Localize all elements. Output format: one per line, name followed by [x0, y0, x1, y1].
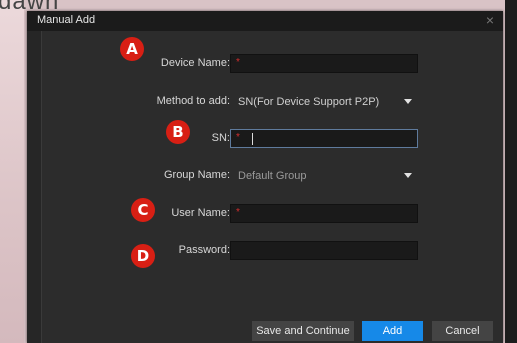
close-icon[interactable]: ×: [483, 12, 497, 28]
method-row: Method to add: SN(For Device Support P2P…: [27, 92, 503, 112]
background-panel-right: [505, 0, 517, 343]
device-name-input[interactable]: *: [230, 54, 418, 73]
group-name-label: Group Name:: [163, 169, 230, 181]
user-name-row: User Name: *: [27, 204, 503, 224]
password-input[interactable]: [230, 241, 418, 260]
dialog-title: Manual Add: [37, 14, 96, 26]
password-label: Password:: [178, 244, 230, 256]
sn-input[interactable]: *: [230, 129, 418, 148]
method-label: Method to add:: [156, 95, 230, 107]
group-name-selected-value: Default Group: [238, 170, 307, 182]
group-name-row: Group Name: Default Group: [27, 166, 503, 186]
annotation-marker-b: B: [166, 120, 190, 144]
user-name-label: User Name:: [171, 207, 230, 219]
chevron-down-icon: [404, 173, 412, 178]
user-name-input[interactable]: *: [230, 204, 418, 223]
device-name-label: Device Name:: [160, 57, 230, 69]
manual-add-dialog: Manual Add × Device Name: * Method to ad…: [27, 11, 503, 343]
required-mark: *: [236, 132, 240, 143]
required-mark: *: [236, 57, 240, 68]
method-select[interactable]: SN(For Device Support P2P): [230, 92, 418, 111]
text-cursor: [252, 133, 253, 145]
required-mark: *: [236, 207, 240, 218]
cancel-button[interactable]: Cancel: [432, 321, 493, 341]
save-and-continue-button[interactable]: Save and Continue: [252, 321, 354, 341]
add-button[interactable]: Add: [362, 321, 423, 341]
sn-label: SN:: [211, 132, 230, 144]
method-selected-value: SN(For Device Support P2P): [238, 96, 380, 108]
sn-row: SN: *: [27, 129, 503, 149]
device-name-row: Device Name: *: [27, 54, 503, 74]
chevron-down-icon: [404, 99, 412, 104]
background-panel-left: [0, 0, 24, 343]
password-row: Password:: [27, 241, 503, 261]
annotation-marker-a: A: [120, 37, 144, 61]
annotation-marker-c: C: [131, 198, 155, 222]
annotation-marker-d: D: [131, 244, 155, 268]
dialog-titlebar: Manual Add ×: [27, 11, 503, 31]
group-name-select[interactable]: Default Group: [230, 166, 418, 185]
dialog-side-strip: [27, 31, 42, 343]
